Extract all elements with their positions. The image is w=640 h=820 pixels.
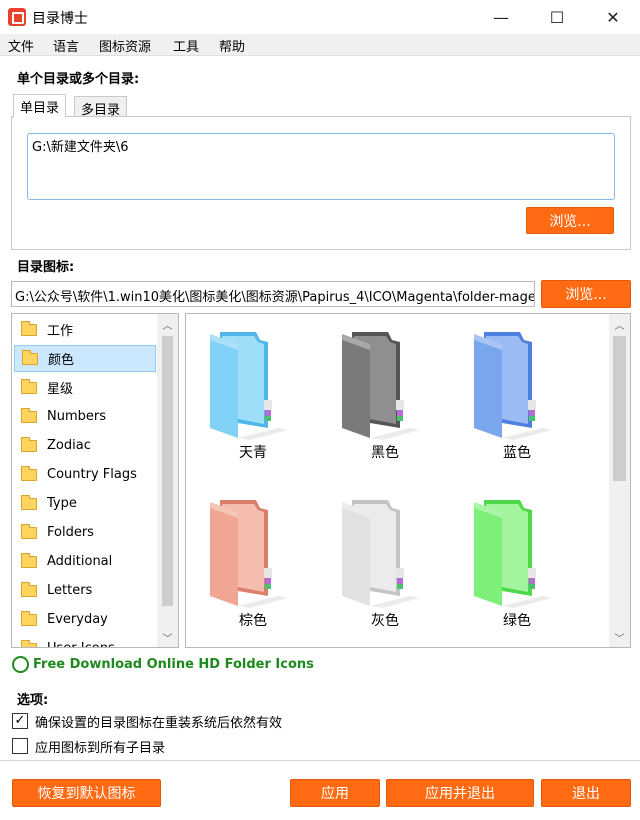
category-scroll-thumb[interactable] (162, 336, 173, 606)
list-item-label: Letters (47, 583, 93, 598)
folder-tile[interactable]: 灰色 (330, 488, 440, 647)
icon-section-label: 目录图标: (17, 260, 75, 275)
menu-icon-resources[interactable]: 图标资源 (99, 36, 151, 55)
exit-button[interactable]: 退出 (541, 779, 631, 807)
list-item-label: 工作 (47, 324, 74, 339)
list-item[interactable]: Everyday (14, 606, 156, 633)
browse-icon-button[interactable]: 浏览... (541, 280, 631, 308)
folder-tile-label: 黑色 (371, 445, 399, 461)
menu-file[interactable]: 文件 (8, 36, 34, 55)
folder-icon (342, 332, 420, 440)
smile-icon (12, 656, 29, 673)
folder-icon (21, 581, 37, 597)
apply-button[interactable]: 应用 (290, 779, 380, 807)
folder-icon (21, 552, 37, 568)
apply-exit-button[interactable]: 应用并退出 (386, 779, 534, 807)
scroll-up-icon[interactable]: ︿ (159, 317, 176, 332)
app-icon (8, 8, 26, 26)
list-item-label: 星级 (47, 382, 74, 397)
folder-tile[interactable]: 蓝色 (462, 320, 572, 480)
folder-icon (474, 500, 552, 608)
folder-icon (21, 610, 37, 626)
folder-tile-label: 天青 (239, 445, 267, 461)
list-item[interactable]: Folders (14, 519, 156, 546)
folder-icon (210, 332, 288, 440)
folder-tile-label: 灰色 (371, 613, 399, 629)
list-item-label: User Icons (47, 641, 115, 647)
gallery-scrollbar[interactable]: ︿ ﹀ (609, 314, 630, 647)
list-item-label: Zodiac (47, 438, 91, 453)
folder-icon (21, 523, 37, 539)
maximize-button[interactable]: ☐ (534, 0, 580, 34)
list-item-label: Country Flags (47, 467, 137, 482)
folder-tile[interactable]: 绿色 (462, 488, 572, 647)
minimize-button[interactable]: — (478, 0, 524, 34)
gallery-scroll-down-icon[interactable]: ﹀ (611, 630, 628, 645)
folder-icon (21, 465, 37, 481)
checkbox-keep-after-reinstall[interactable]: ✓ (12, 713, 28, 729)
folder-icon (21, 378, 37, 394)
footer-divider (0, 760, 640, 761)
folder-icon (21, 436, 37, 452)
category-scrollbar[interactable]: ︿ ﹀ (157, 314, 178, 647)
folder-tile-label: 棕色 (239, 613, 267, 629)
list-item[interactable]: Zodiac (14, 432, 156, 459)
tab-single-dir[interactable]: 单目录 (13, 94, 67, 118)
dirs-section-label: 单个目录或多个目录: (17, 72, 140, 87)
list-item-label: Numbers (47, 409, 106, 424)
folder-tile-label: 蓝色 (503, 445, 531, 461)
checkbox-apply-subdirs-label: 应用图标到所有子目录 (35, 741, 166, 756)
list-item-label: 颜色 (48, 353, 75, 368)
folder-icon (21, 639, 37, 647)
list-item[interactable]: User Icons (14, 635, 156, 647)
window-title: 目录博士 (32, 11, 88, 27)
category-list: 工作颜色星级 Numbers Zodiac Country Flags Type Fold… (11, 313, 179, 648)
gallery-scroll-thumb[interactable] (613, 336, 626, 481)
folder-tile[interactable]: 黑色 (330, 320, 440, 480)
list-item-label: Additional (47, 554, 113, 569)
folder-icon (474, 332, 552, 440)
scroll-down-icon[interactable]: ﹀ (159, 630, 176, 645)
folder-icon (210, 500, 288, 608)
folder-tile-label: 绿色 (503, 613, 531, 629)
icon-path-input[interactable]: G:\公众号\软件\1.win10美化\图标美化\图标资源\Papirus_4\… (11, 281, 535, 307)
list-item[interactable]: Additional (14, 548, 156, 575)
list-item[interactable]: Country Flags (14, 461, 156, 488)
list-item[interactable]: Type (14, 490, 156, 517)
list-item[interactable]: 工作 (14, 316, 156, 343)
folder-tile[interactable]: 天青 (198, 320, 308, 480)
menu-bar: 文件 语言 图标资源 工具 帮助 (0, 34, 640, 56)
list-item[interactable]: Letters (14, 577, 156, 604)
tab-multi-dir[interactable]: 多目录 (74, 96, 128, 118)
checkbox-keep-after-reinstall-label: 确保设置的目录图标在重装系统后依然有效 (35, 716, 283, 731)
folder-icon (22, 349, 38, 365)
folder-tile[interactable]: 棕色 (198, 488, 308, 647)
list-item[interactable]: Numbers (14, 403, 156, 430)
list-item-label: Everyday (47, 612, 108, 627)
list-item-label: Folders (47, 525, 94, 540)
browse-dir-button[interactable]: 浏览... (526, 207, 614, 234)
folder-icon (21, 407, 37, 423)
title-bar: 目录博士 — ☐ ✕ (0, 0, 640, 34)
icon-gallery: 天青 黑色 蓝色棕色 灰色 绿色 ︿ ﹀ (185, 313, 631, 648)
list-item[interactable]: 星级 (14, 374, 156, 401)
folder-icon (21, 320, 37, 336)
free-download-link[interactable]: Free Download Online HD Folder Icons (33, 657, 314, 672)
dir-path-input[interactable]: G:\新建文件夹\6 (27, 133, 615, 200)
menu-help[interactable]: 帮助 (219, 36, 245, 55)
options-label: 选项: (17, 693, 49, 708)
list-item-label: Type (47, 496, 77, 511)
restore-default-button[interactable]: 恢复到默认图标 (12, 779, 161, 807)
folder-icon (342, 500, 420, 608)
close-button[interactable]: ✕ (590, 0, 636, 34)
gallery-scroll-up-icon[interactable]: ︿ (611, 317, 628, 332)
menu-language[interactable]: 语言 (53, 36, 79, 55)
list-item[interactable]: 颜色 (14, 345, 156, 372)
folder-icon (21, 494, 37, 510)
checkbox-apply-subdirs[interactable] (12, 738, 28, 754)
checkmark-icon: ✓ (14, 713, 26, 728)
menu-tools[interactable]: 工具 (173, 36, 199, 55)
